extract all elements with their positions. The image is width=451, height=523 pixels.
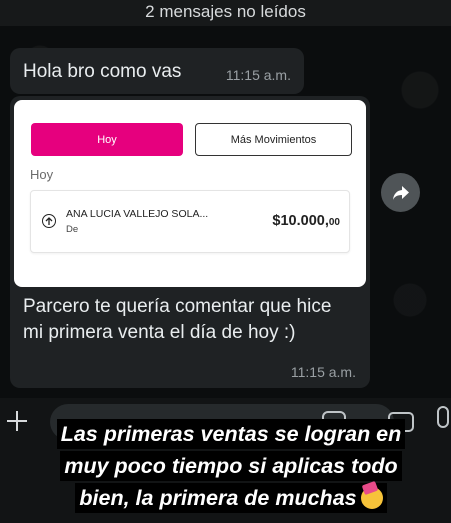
arrow-up-circle-icon [42, 214, 56, 228]
section-title: Hoy [30, 167, 54, 182]
caption-line-3: bien, la primera de muchas [79, 486, 357, 510]
transaction-row: ANA LUCIA VALLEJO SOLA... De $10.000,00 [30, 190, 350, 253]
transaction-direction: De [66, 224, 79, 235]
unread-banner: 2 mensajes no leídos [0, 0, 451, 26]
tab-mas-movimientos: Más Movimientos [195, 123, 352, 156]
caption-line-1: Las primeras ventas se logran en [56, 419, 406, 449]
story-caption: Las primeras ventas se logran en muy poc… [22, 419, 440, 515]
transaction-name: ANA LUCIA VALLEJO SOLA... [66, 208, 209, 220]
caption-line-3-wrap: bien, la primera de muchas [75, 483, 387, 513]
message-time: 11:15 a.m. [290, 364, 356, 380]
tab-hoy: Hoy [31, 123, 183, 156]
amount-cents: 00 [328, 217, 340, 228]
message-text: Hola bro como vas [23, 61, 182, 82]
party-face-icon [360, 487, 383, 509]
forward-button[interactable] [381, 173, 420, 212]
amount-main: $10.000, [272, 213, 329, 229]
forward-arrow-icon [392, 185, 409, 200]
bank-movements-screenshot[interactable]: Hoy Más Movimientos Hoy ANA LUCIA VALLEJ… [14, 100, 366, 287]
message-bubble-with-image[interactable]: Hoy Más Movimientos Hoy ANA LUCIA VALLEJ… [10, 96, 370, 388]
transaction-amount: $10.000,00 [272, 213, 340, 229]
message-bubble-incoming[interactable]: Hola bro como vas 11:15 a.m. [10, 48, 304, 94]
message-text: Parcero te quería comentar que hice mi p… [23, 296, 332, 343]
caption-line-2: muy poco tiempo si aplicas todo [60, 451, 402, 481]
message-time: 11:15 a.m. [225, 67, 291, 83]
